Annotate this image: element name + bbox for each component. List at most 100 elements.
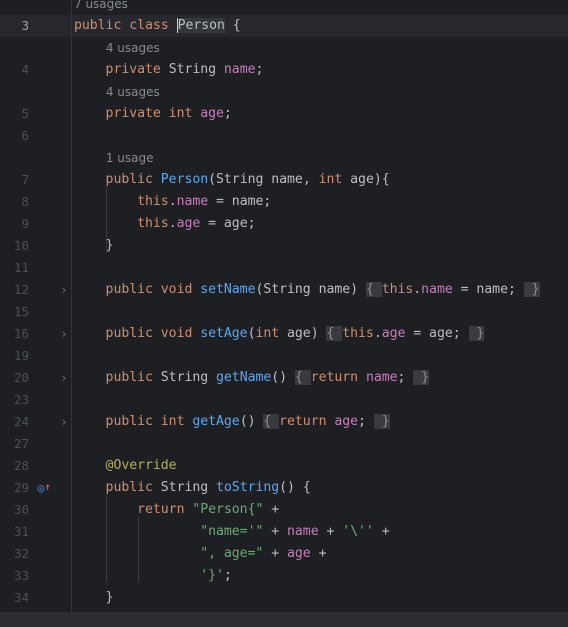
- code-editor[interactable]: 7 usages 3 public class Person {4 usages 4 …: [0, 0, 568, 609]
- code-line[interactable]: 4 private String name;: [0, 59, 568, 81]
- code-token: private int: [74, 106, 201, 121]
- code-line[interactable]: 20 › public String getName() { return nam…: [0, 367, 568, 389]
- code-token: }: [74, 238, 114, 253]
- code-line[interactable]: 3 public class Person {: [0, 15, 568, 37]
- usages-hint-row: 4 usages: [0, 81, 568, 103]
- usages-hint[interactable]: 4 usages: [106, 37, 160, 59]
- code-text: '}';: [74, 565, 232, 587]
- folded-region-marker[interactable]: }: [523, 282, 540, 297]
- folded-region-marker[interactable]: {: [263, 414, 280, 429]
- fold-expand-chevron-icon[interactable]: ›: [58, 411, 70, 433]
- code-line[interactable]: 6: [0, 125, 568, 147]
- code-token: int: [255, 326, 288, 341]
- code-token: @Override: [74, 458, 177, 473]
- code-token: "name='": [200, 524, 264, 539]
- folded-region-marker[interactable]: }: [468, 326, 484, 341]
- code-token: Person: [176, 18, 225, 33]
- line-number: 3: [21, 18, 29, 33]
- line-number: 20: [13, 370, 29, 385]
- line-number: 33: [13, 568, 29, 583]
- line-number: 11: [13, 260, 29, 275]
- line-number: 9: [21, 216, 29, 231]
- line-number: 24: [13, 414, 29, 429]
- code-line[interactable]: 33 '}';: [0, 565, 568, 587]
- code-token: this: [74, 216, 169, 231]
- usages-hint[interactable]: 1 usage: [106, 147, 154, 169]
- code-token: (String name): [255, 282, 359, 297]
- code-line[interactable]: 10 }: [0, 235, 568, 257]
- line-number: 31: [13, 524, 29, 539]
- code-line[interactable]: 34 }: [0, 587, 568, 609]
- code-token: '}': [200, 568, 224, 583]
- usages-hint[interactable]: 4 usages: [106, 81, 160, 103]
- line-number: 30: [13, 502, 29, 517]
- code-line[interactable]: 16 › public void setAge(int age) { this.a…: [0, 323, 568, 345]
- code-text: ", age=" + age +: [74, 543, 326, 565]
- code-line[interactable]: 11: [0, 257, 568, 279]
- code-line[interactable]: 15: [0, 301, 568, 323]
- code-token: name: [176, 194, 209, 209]
- code-line[interactable]: 27: [0, 433, 568, 455]
- code-token: return: [310, 370, 366, 385]
- code-text: private int age;: [74, 103, 232, 125]
- code-line[interactable]: 7 public Person(String name, int age){: [0, 169, 568, 191]
- code-line[interactable]: 30 return "Person{" +: [0, 499, 568, 521]
- code-line[interactable]: 28 @Override: [0, 455, 568, 477]
- code-line[interactable]: 8 this.name = name;: [0, 191, 568, 213]
- code-token: String: [168, 62, 224, 77]
- code-line[interactable]: 29 ◎↑ public String toString() {: [0, 477, 568, 499]
- code-token: +: [318, 524, 343, 539]
- code-text: this.age = age;: [74, 213, 255, 235]
- code-text: @Override: [74, 455, 177, 477]
- code-line[interactable]: 32 ", age=" + age +: [0, 543, 568, 565]
- usages-hint[interactable]: 7 usages: [74, 0, 128, 15]
- fold-expand-chevron-icon[interactable]: ›: [58, 367, 70, 389]
- usages-hint-row: 7 usages: [0, 0, 568, 15]
- folded-region-marker[interactable]: }: [413, 370, 429, 385]
- code-token: private: [74, 62, 169, 77]
- code-line[interactable]: 12 › public void setName(String name) { t…: [0, 279, 568, 301]
- code-token: .: [168, 216, 177, 231]
- code-text: public String toString() {: [74, 477, 311, 499]
- folded-region-marker[interactable]: }: [373, 414, 390, 429]
- code-token: ;: [223, 106, 232, 121]
- code-token: +: [263, 524, 288, 539]
- fold-expand-chevron-icon[interactable]: ›: [58, 279, 70, 301]
- code-token: age): [287, 326, 319, 341]
- code-text: public String getName() { return name; }: [74, 367, 429, 389]
- folded-region-marker[interactable]: {: [365, 282, 382, 297]
- code-token: public int: [74, 414, 193, 429]
- line-number: 16: [13, 326, 29, 341]
- code-line[interactable]: 23: [0, 389, 568, 411]
- code-line[interactable]: 9 this.age = age;: [0, 213, 568, 235]
- code-token: () {: [279, 480, 311, 495]
- indent-guide: [138, 517, 139, 583]
- code-token: name: [223, 62, 256, 77]
- code-token: .: [413, 282, 422, 297]
- code-token: public void: [74, 326, 201, 341]
- code-line[interactable]: 5 private int age;: [0, 103, 568, 125]
- code-token: = name;: [452, 282, 516, 297]
- code-token: .: [373, 326, 382, 341]
- fold-expand-chevron-icon[interactable]: ›: [58, 323, 70, 345]
- code-line[interactable]: 31 "name='" + name + '\'' +: [0, 521, 568, 543]
- code-token: {: [224, 18, 241, 33]
- code-token: = age;: [200, 216, 256, 231]
- folded-region-marker[interactable]: {: [326, 326, 343, 341]
- code-text: public Person(String name, int age){: [74, 169, 390, 191]
- override-method-icon[interactable]: ◎↑: [34, 477, 54, 499]
- folded-region-marker[interactable]: {: [294, 370, 311, 385]
- code-token: name: [365, 370, 398, 385]
- code-token: +: [373, 524, 390, 539]
- code-token: public void: [74, 282, 201, 297]
- code-token: this: [342, 326, 374, 341]
- code-token: +: [263, 546, 288, 561]
- code-token: ", age=": [200, 546, 264, 561]
- code-line[interactable]: 19: [0, 345, 568, 367]
- horizontal-scrollbar-area[interactable]: [0, 612, 568, 627]
- line-number: 34: [13, 590, 29, 605]
- code-line[interactable]: 24 › public int getAge() { return age; }: [0, 411, 568, 433]
- code-token: this: [381, 282, 414, 297]
